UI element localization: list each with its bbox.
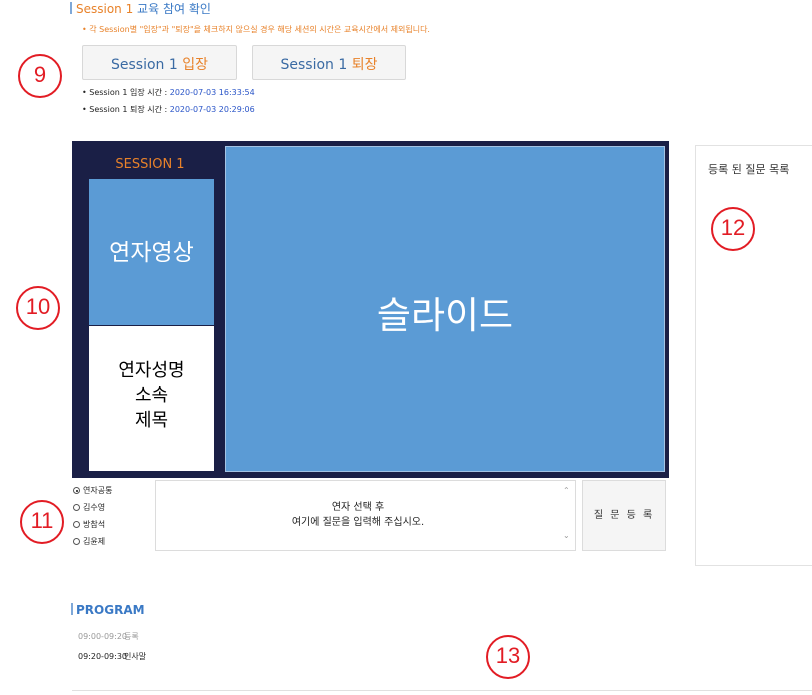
- radio-icon: [73, 521, 80, 528]
- question-placeholder: 연자 선택 후 여기에 질문을 입력해 주십시오.: [291, 502, 425, 528]
- session-enter-button[interactable]: Session 1 입장: [82, 45, 237, 80]
- divider: [72, 690, 812, 691]
- enter-time: • Session 1 입장 시간 : 2020-07-03 16:33:54: [82, 88, 255, 97]
- question-list-title: 등록 된 질문 목록: [708, 163, 790, 176]
- title-bar: [70, 2, 72, 14]
- scroll-up-icon[interactable]: ⌃: [563, 486, 570, 495]
- speaker-affiliation: 소속: [134, 385, 169, 406]
- marker-9: 9: [18, 54, 62, 98]
- program-title: PROGRAM: [71, 603, 145, 617]
- speaker-radio-bang-chamseok[interactable]: 방참석: [73, 519, 105, 530]
- radio-selected-icon: [73, 487, 80, 494]
- session-title: Session 1 교육 참여 확인: [70, 0, 211, 17]
- session-exit-button[interactable]: Session 1 퇴장: [252, 45, 406, 80]
- attendance-notice: • 각 Session별 "입장"과 "퇴장"을 체크하지 않으실 경우 해당 …: [82, 25, 430, 34]
- marker-10: 10: [16, 286, 60, 330]
- speaker-name: 연자성명: [118, 360, 185, 381]
- marker-13: 13: [486, 635, 530, 679]
- session-label: SESSION 1: [115, 157, 185, 172]
- speaker-radio-kim-yunje[interactable]: 김윤제: [73, 536, 105, 547]
- scroll-down-icon[interactable]: ⌄: [563, 531, 570, 540]
- question-submit-button[interactable]: 질 문 등 록: [582, 480, 666, 551]
- speaker-topic: 제목: [134, 410, 169, 431]
- marker-11: 11: [20, 500, 64, 544]
- radio-icon: [73, 504, 80, 511]
- speaker-radio-common[interactable]: 연자공통: [73, 485, 112, 496]
- slide-area: 슬라이드: [225, 146, 665, 472]
- speaker-radio-kim-suyoung[interactable]: 김수영: [73, 502, 105, 513]
- radio-icon: [73, 538, 80, 545]
- title-bar: [71, 603, 73, 615]
- speaker-video: 연자영상: [89, 179, 214, 325]
- question-list-panel: [695, 145, 812, 566]
- exit-time: • Session 1 퇴장 시간 : 2020-07-03 20:29:06: [82, 105, 255, 114]
- speaker-info: 연자성명 소속 제목: [89, 326, 214, 471]
- program-row: 09:20-09:30인사말: [78, 652, 147, 661]
- program-row: 09:00-09:20등록: [78, 632, 139, 641]
